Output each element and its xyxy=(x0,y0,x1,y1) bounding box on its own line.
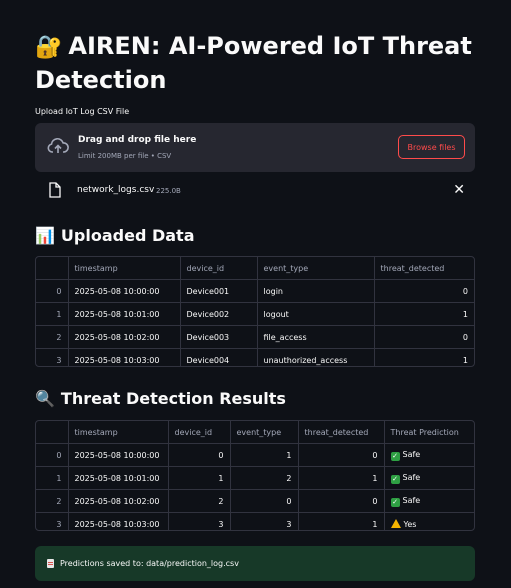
table-cell: 2025-05-08 10:00:00 xyxy=(68,443,169,467)
file-dropzone[interactable]: Drag and drop file here Limit 200MB per … xyxy=(35,123,475,172)
browse-files-button[interactable]: Browse files xyxy=(398,135,465,159)
table-cell: Device001 xyxy=(180,279,258,303)
table-row[interactable]: 3 2025-05-08 10:03:00 3 3 1 Yes xyxy=(36,512,474,531)
success-alert: Predictions saved to: data/prediction_lo… xyxy=(35,546,475,581)
table-cell: 0 xyxy=(374,325,474,349)
prediction-cell: Yes xyxy=(384,513,474,531)
table-cell: 2025-05-08 10:02:00 xyxy=(68,489,169,513)
dropzone-instruction: Drag and drop file here xyxy=(78,135,197,145)
dropzone-limit: Limit 200MB per file • CSV xyxy=(78,152,172,160)
table-header-row: timestamp device_id event_type threat_de… xyxy=(36,257,474,280)
table-cell: 1 xyxy=(230,443,299,467)
table-cell: 2025-05-08 10:01:00 xyxy=(68,466,169,490)
upload-label: Upload IoT Log CSV File xyxy=(35,107,130,116)
warning-icon xyxy=(390,519,401,528)
uploaded-data-heading: 📊 Uploaded Data xyxy=(35,226,195,245)
column-header[interactable]: event_type xyxy=(257,257,375,280)
column-header[interactable]: timestamp xyxy=(68,421,169,444)
row-index: 0 xyxy=(36,279,69,303)
row-index: 3 xyxy=(36,348,69,366)
results-heading: 🔍 Threat Detection Results xyxy=(35,389,286,408)
table-cell: 1 xyxy=(298,512,385,530)
table-cell: 1 xyxy=(374,302,474,326)
check-icon: ✓ xyxy=(390,497,400,507)
table-cell: Device003 xyxy=(180,325,258,349)
row-index: 1 xyxy=(36,466,69,490)
table-cell: 2 xyxy=(168,489,231,513)
prediction-text: Safe xyxy=(402,472,421,482)
uploaded-data-table[interactable]: timestamp device_id event_type threat_de… xyxy=(35,256,475,367)
file-size: 225.0B xyxy=(156,187,181,195)
bar-chart-icon: 📊 xyxy=(35,226,55,245)
prediction-text: Safe xyxy=(402,495,421,505)
page-title-text: AIREN: AI-Powered IoT Threat Detection xyxy=(35,32,472,94)
table-header-row: timestamp device_id event_type threat_de… xyxy=(36,421,474,444)
table-cell: 0 xyxy=(230,489,299,513)
table-cell: 2025-05-08 10:00:00 xyxy=(68,279,181,303)
table-cell: 2025-05-08 10:01:00 xyxy=(68,302,181,326)
magnifier-icon: 🔍 xyxy=(35,389,55,408)
column-header[interactable]: Threat Prediction xyxy=(384,421,474,444)
uploaded-data-title: Uploaded Data xyxy=(60,226,195,245)
column-header[interactable]: event_type xyxy=(230,421,299,444)
table-row[interactable]: 2 2025-05-08 10:02:00 Device003 file_acc… xyxy=(36,325,474,349)
row-index: 3 xyxy=(36,512,69,530)
table-cell: 3 xyxy=(168,512,231,530)
results-table[interactable]: timestamp device_id event_type threat_de… xyxy=(35,420,475,531)
table-cell: 1 xyxy=(298,466,385,490)
table-row[interactable]: 3 2025-05-08 10:03:00 Device004 unauthor… xyxy=(36,348,474,366)
column-header[interactable]: timestamp xyxy=(68,257,181,280)
column-header[interactable]: device_id xyxy=(168,421,231,444)
table-cell: 0 xyxy=(298,443,385,467)
column-header[interactable]: device_id xyxy=(180,257,258,280)
table-cell: 3 xyxy=(230,512,299,530)
prediction-text: Yes xyxy=(403,520,417,529)
table-row[interactable]: 1 2025-05-08 10:01:00 1 2 1 ✓ Safe xyxy=(36,466,474,490)
table-cell: 1 xyxy=(168,466,231,490)
prediction-text: Safe xyxy=(402,449,421,459)
check-icon: ✓ xyxy=(390,451,400,461)
table-row[interactable]: 2 2025-05-08 10:02:00 2 0 0 ✓ Safe xyxy=(36,489,474,513)
column-header[interactable] xyxy=(36,421,69,444)
row-index: 1 xyxy=(36,302,69,326)
lock-with-key-icon: 🔐 xyxy=(35,35,63,60)
file-icon xyxy=(49,182,61,198)
table-cell: 2025-05-08 10:03:00 xyxy=(68,348,181,366)
row-index: 2 xyxy=(36,489,69,513)
table-cell: login xyxy=(257,279,375,303)
table-cell: 0 xyxy=(298,489,385,513)
file-name: network_logs.csv xyxy=(77,185,155,195)
table-cell: Device004 xyxy=(180,348,258,366)
success-message: Predictions saved to: data/prediction_lo… xyxy=(60,559,239,568)
table-cell: 2 xyxy=(230,466,299,490)
table-row[interactable]: 0 2025-05-08 10:00:00 Device001 login 0 xyxy=(36,279,474,303)
prediction-cell: ✓ Safe xyxy=(384,489,474,513)
table-cell: Device002 xyxy=(180,302,258,326)
table-row[interactable]: 0 2025-05-08 10:00:00 0 1 0 ✓ Safe xyxy=(36,443,474,467)
results-title: Threat Detection Results xyxy=(60,389,286,408)
table-cell: 0 xyxy=(374,279,474,303)
table-cell: file_access xyxy=(257,325,375,349)
table-cell: unauthorized_access xyxy=(257,348,375,366)
table-cell: 0 xyxy=(168,443,231,467)
prediction-cell: ✓ Safe xyxy=(384,466,474,490)
row-index: 2 xyxy=(36,325,69,349)
prediction-cell: ✓ Safe xyxy=(384,443,474,467)
check-icon: ✓ xyxy=(390,474,400,484)
close-icon[interactable]: ✕ xyxy=(453,182,465,198)
column-header[interactable]: threat_detected xyxy=(374,257,474,280)
row-index: 0 xyxy=(36,443,69,467)
column-header[interactable] xyxy=(36,257,69,280)
table-cell: 1 xyxy=(462,355,468,365)
column-header[interactable]: threat_detected xyxy=(298,421,385,444)
table-cell: 2025-05-08 10:02:00 xyxy=(68,325,181,349)
table-cell: logout xyxy=(257,302,375,326)
table-cell: 2025-05-08 10:03:00 xyxy=(68,512,169,530)
cloud-upload-icon xyxy=(47,137,69,153)
document-icon xyxy=(47,559,54,568)
page-title: 🔐 AIREN: AI-Powered IoT Threat Detection xyxy=(35,30,475,97)
uploaded-file-row: network_logs.csv 225.0B ✕ xyxy=(35,180,475,204)
table-row[interactable]: 1 2025-05-08 10:01:00 Device002 logout 1 xyxy=(36,302,474,326)
